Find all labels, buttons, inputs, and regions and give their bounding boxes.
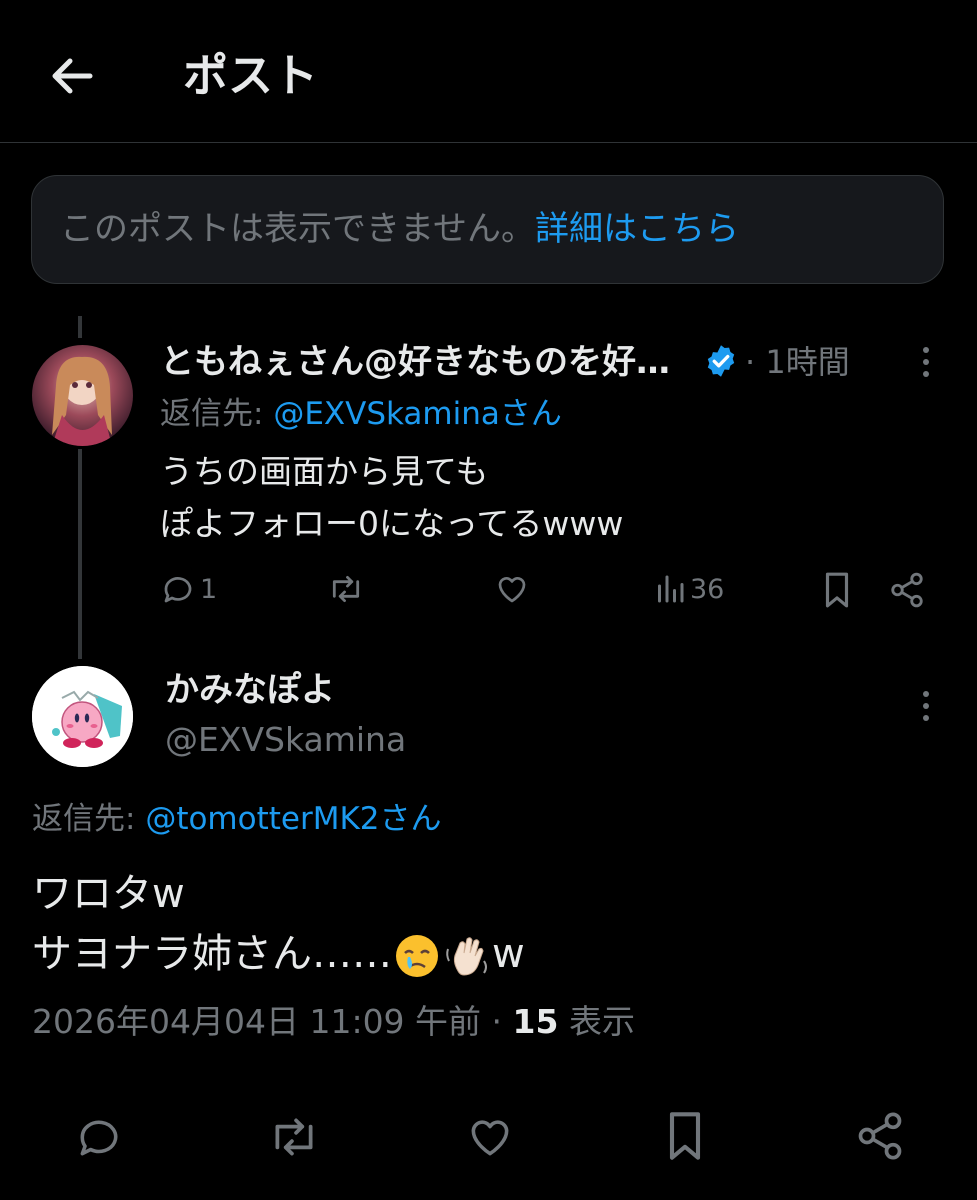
time-separator: · [745, 343, 756, 381]
heart-icon [498, 576, 526, 603]
thread-line-top [78, 316, 82, 338]
main-text-line-2-text: サヨナラ姉さん…… [32, 931, 392, 977]
repost-icon [332, 575, 360, 603]
reply-views-button[interactable]: 36 [654, 571, 724, 607]
reply-comment-button[interactable]: 1 [160, 571, 217, 607]
main-like-button[interactable] [464, 1112, 516, 1162]
main-views-count: 15 [512, 1002, 559, 1041]
main-reply-to-line: 返信先: @tomotterMK2さん [32, 798, 442, 840]
main-comment-button[interactable] [74, 1112, 124, 1162]
repost-icon [275, 1118, 313, 1156]
reply-more-button[interactable] [906, 342, 946, 382]
main-text-line-2-tail: w [492, 931, 525, 977]
reply-avatar[interactable] [32, 345, 133, 446]
main-share-button[interactable] [854, 1110, 906, 1162]
anime-avatar-image [32, 345, 133, 446]
dot-icon [923, 715, 929, 721]
crying-face-emoji-icon [396, 935, 438, 977]
reply-views-count: 36 [690, 573, 725, 605]
arrow-left-icon [52, 58, 93, 94]
main-reply-to-handle[interactable]: @tomotterMK2さん [145, 801, 441, 837]
share-icon [858, 1112, 902, 1160]
reply-like-button[interactable] [493, 571, 531, 607]
dot-icon [923, 691, 929, 697]
main-views-label: 表示 [568, 1002, 635, 1041]
main-text-line-2: サヨナラ姉さん…… w [32, 923, 525, 985]
reply-comment-count: 1 [200, 573, 218, 605]
share-icon [891, 572, 923, 608]
main-handle[interactable]: @EXVSkamina [165, 718, 406, 762]
thread-line [78, 449, 82, 659]
bookmark-icon [825, 572, 849, 608]
back-button[interactable] [44, 48, 100, 104]
main-repost-button[interactable] [267, 1112, 321, 1162]
bookmark-icon [669, 1112, 701, 1160]
main-text-line-1: ワロタw [32, 871, 185, 917]
dot-icon [923, 703, 929, 709]
dot-icon [923, 359, 929, 365]
heart-icon [471, 1120, 509, 1156]
main-reply-to-prefix: 返信先: [32, 801, 136, 837]
reply-to-prefix: 返信先: [160, 396, 264, 432]
verified-badge-icon [707, 345, 735, 377]
notice-text: このポストは表示できません。 [60, 209, 535, 249]
reply-bookmark-button[interactable] [820, 571, 854, 609]
main-more-button[interactable] [906, 686, 946, 726]
main-meta-line: 2026年04月04日 11:09 午前 · 15 表示 [32, 1000, 635, 1044]
main-timestamp[interactable]: 2026年04月04日 11:09 午前 [32, 1002, 481, 1041]
learn-more-link[interactable]: 詳細はこちら [535, 209, 739, 249]
reply-repost-button[interactable] [327, 571, 365, 607]
comment-icon [80, 1120, 118, 1156]
reply-time[interactable]: 1時間 [765, 343, 849, 381]
header-bar [0, 0, 977, 143]
dot-icon [923, 371, 929, 377]
analytics-icon [658, 575, 684, 603]
main-display-name[interactable]: かみなぽよ [165, 668, 335, 712]
page-title: ポスト [183, 49, 319, 102]
reply-share-button[interactable] [888, 571, 926, 609]
kirby-avatar-image [32, 666, 133, 767]
waving-hand-emoji-icon [446, 937, 487, 976]
comment-icon [164, 577, 192, 603]
reply-to-line: 返信先: @EXVSkaminaさん [160, 393, 562, 435]
reply-line-2: ぽよフォロー0になってるwww [160, 504, 624, 543]
main-avatar[interactable] [32, 666, 133, 767]
meta-separator: · [491, 1002, 503, 1041]
reply-display-name[interactable]: ともねぇさん@好きなものを好… [160, 340, 670, 384]
reply-to-handle[interactable]: @EXVSkaminaさん [273, 396, 562, 432]
reply-line-1: うちの画面から見ても [160, 452, 489, 491]
main-bookmark-button[interactable] [663, 1110, 707, 1162]
unavailable-notice: このポストは表示できません。詳細はこちら [31, 175, 944, 284]
dot-icon [923, 347, 929, 353]
